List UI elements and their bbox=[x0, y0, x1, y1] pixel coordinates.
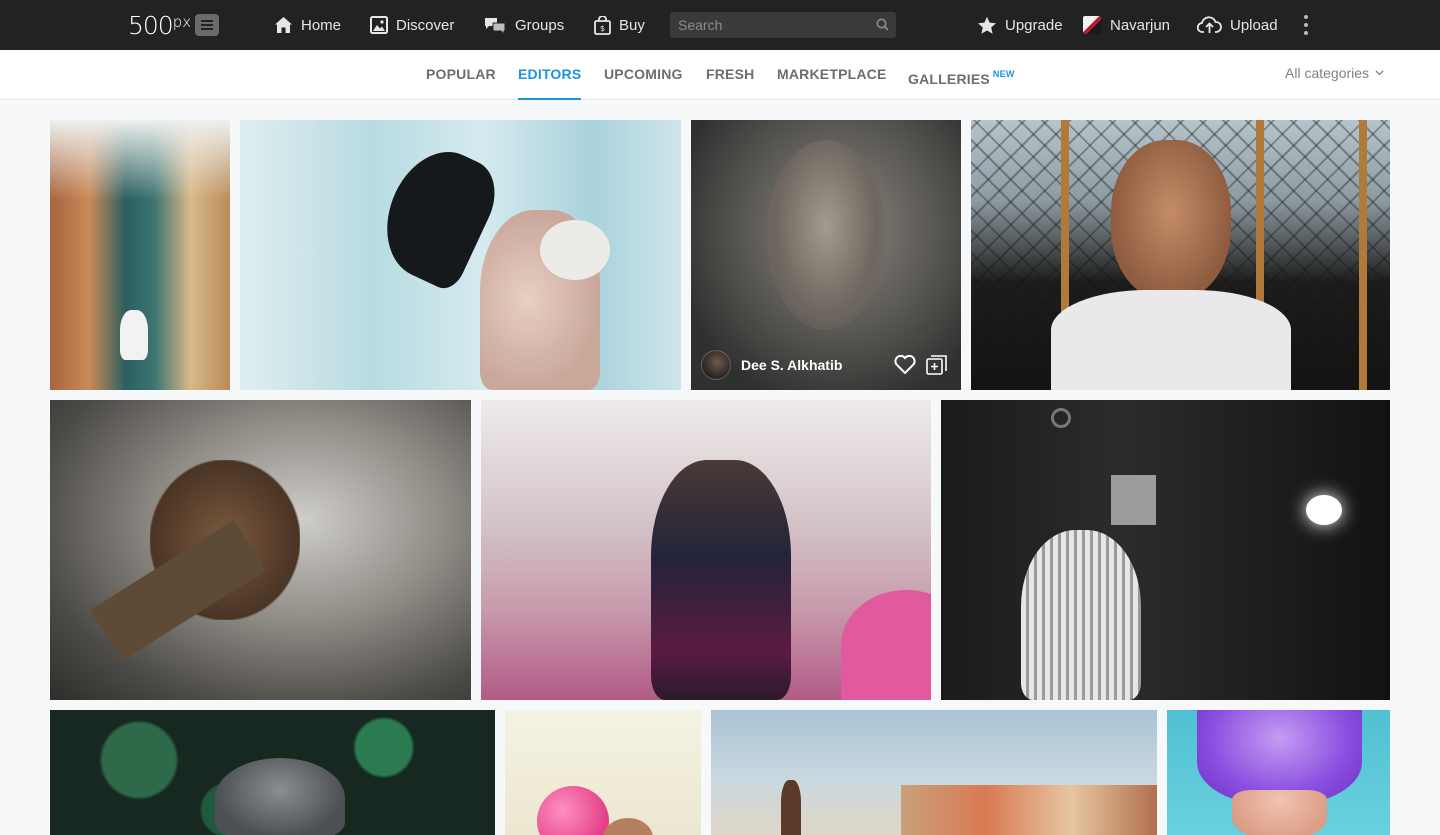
photo-varanasi-ghats[interactable] bbox=[711, 710, 1157, 835]
categories-dropdown[interactable]: All categories bbox=[1285, 65, 1384, 81]
photo-woman-glasses-fence[interactable] bbox=[971, 120, 1390, 390]
nav-home-label: Home bbox=[301, 16, 342, 34]
tab-galleries[interactable]: GALLERIES NEW bbox=[908, 50, 1015, 100]
photo-rock-performer[interactable] bbox=[481, 400, 931, 700]
photo-actions bbox=[894, 355, 947, 376]
user-name: Navarjun bbox=[1110, 16, 1171, 34]
author-avatar bbox=[701, 350, 731, 380]
star-icon bbox=[978, 16, 996, 34]
home-icon bbox=[275, 17, 292, 33]
upload-label: Upload bbox=[1230, 16, 1278, 34]
search-input[interactable] bbox=[670, 12, 896, 38]
shopping-bag-icon: $ bbox=[594, 15, 611, 35]
nav-groups-label: Groups bbox=[515, 16, 565, 34]
photo-woman-with-raven[interactable] bbox=[240, 120, 681, 390]
nav-buy-label: Buy bbox=[619, 16, 645, 34]
nav-buy[interactable]: $ Buy bbox=[594, 0, 645, 50]
top-navigation-bar: 500px Home Discover Groups $ Buy Upgrade… bbox=[0, 0, 1440, 50]
categories-label: All categories bbox=[1285, 65, 1370, 81]
tab-popular[interactable]: POPULAR bbox=[426, 50, 496, 100]
category-tabs-bar: POPULAR EDITORS UPCOMING FRESH MARKETPLA… bbox=[0, 50, 1440, 100]
photo-waterfall-jumper[interactable] bbox=[50, 400, 471, 700]
search-icon[interactable] bbox=[876, 18, 889, 31]
photo-author[interactable]: Dee S. Alkhatib bbox=[701, 350, 842, 380]
tab-upcoming[interactable]: UPCOMING bbox=[604, 50, 683, 100]
heart-icon[interactable] bbox=[894, 355, 916, 374]
logo-text: 500px bbox=[128, 10, 192, 40]
tab-editors[interactable]: EDITORS bbox=[518, 50, 582, 100]
new-badge: NEW bbox=[992, 69, 1015, 79]
photo-pink-balloon[interactable] bbox=[505, 710, 701, 835]
user-avatar bbox=[1083, 16, 1101, 34]
photo-purple-hair[interactable] bbox=[1167, 710, 1390, 835]
image-icon bbox=[370, 16, 388, 34]
upgrade-label: Upgrade bbox=[1005, 16, 1063, 34]
tab-galleries-label: GALLERIES bbox=[908, 71, 990, 87]
tab-marketplace[interactable]: MARKETPLACE bbox=[777, 50, 887, 100]
svg-text:$: $ bbox=[600, 24, 605, 33]
photo-barbershop-bw[interactable] bbox=[941, 400, 1390, 700]
chevron-down-icon bbox=[1375, 70, 1384, 76]
add-to-gallery-icon[interactable] bbox=[926, 355, 947, 376]
photo-freckled-face[interactable]: Dee S. Alkhatib bbox=[691, 120, 961, 390]
logo-menu-icon[interactable] bbox=[195, 14, 220, 36]
user-menu[interactable]: Navarjun bbox=[1083, 0, 1170, 50]
nav-discover-label: Discover bbox=[396, 16, 455, 34]
upgrade-button[interactable]: Upgrade bbox=[977, 0, 1063, 50]
nav-home[interactable]: Home bbox=[274, 0, 341, 50]
upload-button[interactable]: Upload bbox=[1197, 0, 1278, 50]
chat-bubbles-icon bbox=[485, 18, 506, 34]
nav-discover[interactable]: Discover bbox=[370, 0, 454, 50]
tab-fresh[interactable]: FRESH bbox=[706, 50, 754, 100]
cloud-upload-icon bbox=[1197, 16, 1222, 33]
photo-leaves-cap[interactable] bbox=[50, 710, 495, 835]
nav-groups[interactable]: Groups bbox=[484, 0, 564, 50]
author-name: Dee S. Alkhatib bbox=[741, 357, 843, 373]
more-options-icon[interactable] bbox=[1302, 15, 1310, 37]
photo-venice-canal[interactable] bbox=[50, 120, 230, 390]
500px-logo[interactable]: 500px bbox=[128, 9, 220, 41]
